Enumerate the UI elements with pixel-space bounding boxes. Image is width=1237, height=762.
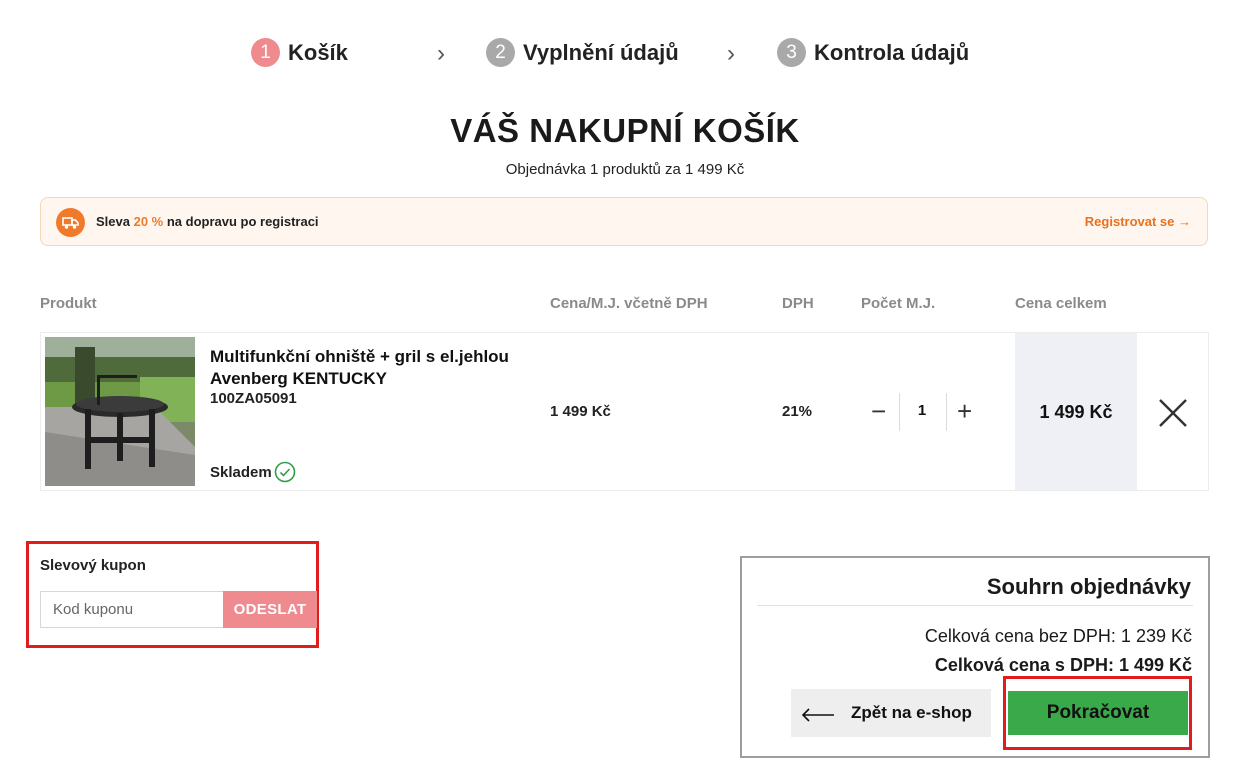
close-icon (1159, 399, 1187, 427)
arrow-left-icon (801, 703, 835, 723)
back-button-label: Zpět na e-shop (851, 703, 972, 722)
col-product: Produkt (40, 295, 97, 312)
item-total: 1 499 Kč (1039, 402, 1113, 422)
promo-text: Sleva 20 % na dopravu po registraci (96, 214, 319, 229)
chevron-right-icon: › (727, 40, 735, 67)
order-subtitle: Objednávka 1 produktů za 1 499 Kč (505, 161, 745, 178)
promo-banner: Sleva 20 % na dopravu po registraci Regi… (40, 197, 1208, 246)
decrease-qty-button[interactable]: − (871, 397, 886, 425)
step-details[interactable]: 2 Vyplnění údajů (486, 38, 679, 67)
product-name[interactable]: Multifunkční ohniště + gril s el.jehlou … (210, 346, 530, 390)
register-link[interactable]: Registrovat se → (1085, 214, 1191, 229)
summary-title: Souhrn objednávky (986, 574, 1191, 599)
back-to-shop-button[interactable]: Zpět na e-shop (791, 689, 991, 737)
page-title: VÁŠ NAKUPNÍ KOŠÍK (450, 112, 800, 149)
col-unit-price: Cena/M.J. včetně DPH (550, 295, 708, 312)
step-label: Vyplnění údajů (523, 39, 679, 65)
col-vat: DPH (782, 295, 814, 312)
quantity-stepper: − 1 + (862, 393, 980, 431)
coupon-submit-button[interactable]: ODESLAT (223, 591, 317, 628)
step-number: 1 (251, 38, 280, 67)
increase-qty-button[interactable]: + (957, 397, 972, 425)
step-cart[interactable]: 1 Košík (251, 38, 348, 67)
product-code: 100ZA05091 (210, 390, 297, 407)
total-with-vat: Celková cena s DPH: 1 499 Kč (934, 655, 1192, 675)
truck-icon (56, 208, 85, 237)
divider (946, 393, 947, 431)
coupon-label: Slevový kupon (40, 557, 146, 574)
coupon-input[interactable] (40, 591, 223, 628)
check-circle-icon (274, 461, 296, 483)
step-number: 3 (777, 38, 806, 67)
chevron-right-icon: › (437, 40, 445, 67)
unit-price: 1 499 Kč (550, 403, 611, 420)
step-label: Kontrola údajů (814, 39, 970, 65)
continue-button[interactable]: Pokračovat (1008, 691, 1188, 735)
vat-rate: 21% (782, 403, 813, 420)
total-without-vat: Celková cena bez DPH: 1 239 Kč (924, 626, 1192, 646)
step-number: 2 (486, 38, 515, 67)
promo-discount: 20 % (133, 214, 164, 229)
remove-item-button[interactable] (1157, 397, 1189, 429)
step-review[interactable]: 3 Kontrola údajů (777, 38, 969, 67)
col-total: Cena celkem (1015, 295, 1107, 312)
divider (757, 605, 1193, 606)
step-label: Košík (288, 39, 348, 65)
col-qty: Počet M.J. (861, 295, 936, 312)
quantity-value[interactable]: 1 (900, 402, 944, 419)
stock-status: Skladem (210, 461, 296, 483)
product-image[interactable] (45, 337, 195, 486)
checkout-steps: 1 Košík › 2 Vyplnění údajů › 3 Kontrola … (0, 38, 1237, 74)
